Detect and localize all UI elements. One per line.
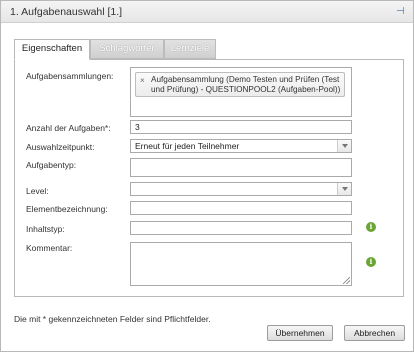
pool-chip: × Aufgabensammlung (Demo Testen und Prüf… — [135, 72, 345, 97]
pool-chip-label: Aufgabensammlung (Demo Testen und Prüfen… — [151, 75, 341, 94]
type-input[interactable] — [130, 158, 352, 177]
count-input[interactable]: 3 — [130, 120, 352, 134]
element-label: Elementbezeichnung: — [26, 204, 108, 214]
selection-time-select[interactable]: Erneut für jeden Teilnehmer — [130, 139, 352, 153]
pools-label: Aufgabensammlungen: — [26, 71, 114, 81]
selection-time-value: Erneut für jeden Teilnehmer — [135, 141, 240, 151]
count-label: Anzahl der Aufgaben*: — [26, 123, 111, 133]
pools-field[interactable]: × Aufgabensammlung (Demo Testen und Prüf… — [130, 67, 352, 117]
info-icon[interactable]: i — [366, 257, 376, 267]
dialog-titlebar: 1. Aufgabenauswahl [1.] ⊣ — [1, 1, 413, 23]
element-input[interactable] — [130, 201, 352, 215]
remove-pool-icon[interactable]: × — [140, 76, 145, 85]
info-icon[interactable]: i — [366, 222, 376, 232]
chevron-down-icon[interactable] — [337, 183, 351, 195]
required-fields-note: Die mit * gekennzeichneten Felder sind P… — [14, 314, 211, 324]
close-dialog-icon[interactable]: ⊣ — [394, 5, 407, 18]
comment-textarea[interactable] — [130, 242, 352, 286]
content-type-label: Inhaltstyp: — [26, 224, 65, 234]
tab-lernziele[interactable]: Lernziele — [164, 39, 216, 59]
tab-schlagwoerter[interactable]: Schlagwörter — [90, 39, 164, 59]
apply-button[interactable]: Übernehmen — [267, 325, 333, 341]
resize-handle-icon[interactable] — [343, 277, 350, 284]
level-label: Level: — [26, 186, 49, 196]
type-label: Aufgabentyp: — [26, 160, 77, 170]
selection-time-label: Auswahlzeitpunkt: — [26, 142, 95, 152]
dialog-window: 1. Aufgabenauswahl [1.] ⊣ Eigenschaften … — [0, 0, 414, 352]
tab-eigenschaften[interactable]: Eigenschaften — [14, 39, 90, 60]
dialog-title: 1. Aufgabenauswahl [1.] — [10, 6, 123, 18]
content-type-input[interactable] — [130, 221, 352, 235]
cancel-button[interactable]: Abbrechen — [344, 325, 405, 341]
level-select[interactable] — [130, 182, 352, 196]
comment-label: Kommentar: — [26, 243, 73, 253]
chevron-down-icon[interactable] — [337, 140, 351, 152]
